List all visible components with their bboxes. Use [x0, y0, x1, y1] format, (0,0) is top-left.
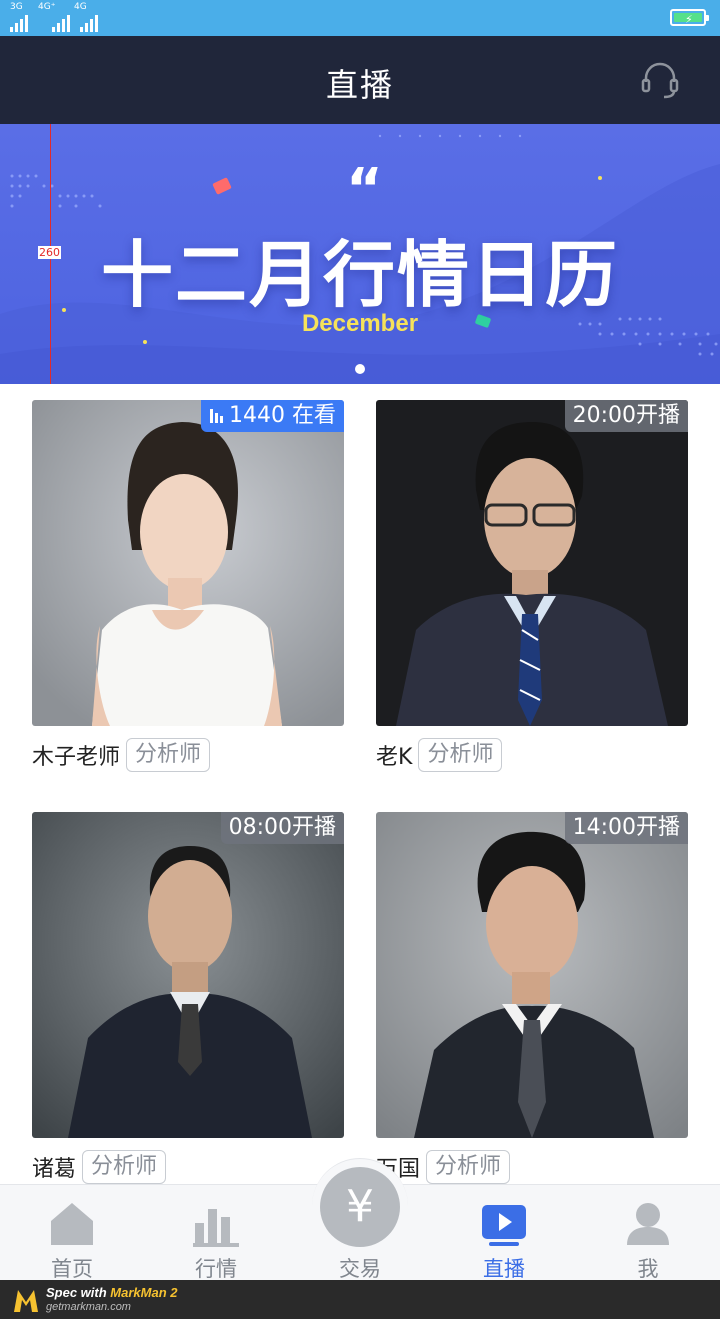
host-portrait-image — [32, 812, 344, 1138]
broadcast-card-zhuge[interactable]: 08:00开播 诸葛 分析师 — [32, 812, 344, 1184]
role-tag: 分析师 — [426, 1150, 511, 1184]
schedule-badge: 14:00开播 — [564, 812, 688, 844]
host-portrait-image — [376, 812, 688, 1138]
broadcast-card-muzi[interactable]: 1440 在看 木子老师 分析师 — [32, 400, 344, 772]
tab-label: 我 — [637, 1257, 659, 1281]
signal-4g-icon: 4G — [74, 2, 98, 32]
viewer-count-text: 1440 在看 — [229, 403, 336, 428]
network-3g-label: 3G — [10, 2, 23, 12]
page-title: 直播 — [325, 66, 394, 104]
trade-fab-button[interactable]: ¥ — [312, 1158, 408, 1254]
markman-watermark: Spec with MarkMan 2 getmarkman.com — [0, 1280, 720, 1319]
broadcast-card-wanguo[interactable]: 14:00开播 万国 分析师 — [376, 812, 688, 1184]
tab-home[interactable]: 首页 — [0, 1185, 144, 1281]
signal-3g-icon: 3G — [10, 2, 28, 32]
viewer-count-badge: 1440 在看 — [201, 400, 344, 432]
watermark-line1: Spec with MarkMan 2 — [46, 1285, 178, 1300]
quote-mark: “ — [346, 157, 383, 222]
carousel-indicator[interactable] — [355, 364, 365, 374]
bar-chart-icon — [210, 409, 224, 423]
watermark-line2: getmarkman.com — [46, 1301, 131, 1313]
battery-charging-icon: ⚡ — [670, 9, 709, 26]
schedule-badge: 08:00开播 — [220, 812, 344, 844]
role-tag: 分析师 — [418, 738, 503, 772]
tab-market[interactable]: 行情 — [144, 1185, 288, 1281]
network-4g-plus-label: 4G⁺ — [38, 2, 56, 12]
play-icon — [482, 1205, 526, 1246]
banner-subtitle: December — [301, 310, 419, 337]
host-photo[interactable]: 1440 在看 — [32, 400, 344, 726]
host-photo[interactable]: 14:00开播 — [376, 812, 688, 1138]
markman-logo-icon — [14, 1290, 38, 1312]
status-bar: 3G 4G⁺ 4G ⚡ — [0, 0, 720, 36]
host-portrait-image — [376, 400, 688, 726]
role-tag: 分析师 — [126, 738, 211, 772]
host-photo[interactable]: 20:00开播 — [376, 400, 688, 726]
tab-label: 直播 — [483, 1257, 525, 1281]
banner-headline: 十二月行情日历 — [100, 233, 619, 317]
host-name: 诸葛 — [32, 1157, 77, 1182]
tab-label: 首页 — [51, 1257, 93, 1281]
role-tag: 分析师 — [82, 1150, 167, 1184]
promo-banner[interactable]: “ 十二月行情日历 December — [0, 124, 720, 384]
person-icon — [627, 1203, 669, 1245]
host-name: 木子老师 — [32, 745, 121, 770]
host-photo[interactable]: 08:00开播 — [32, 812, 344, 1138]
tab-live[interactable]: 直播 — [432, 1185, 576, 1281]
schedule-badge: 20:00开播 — [564, 400, 688, 432]
host-portrait-image — [32, 400, 344, 726]
signal-4g-plus-icon: 4G⁺ — [38, 2, 70, 32]
network-4g-label: 4G — [74, 2, 87, 12]
tab-me[interactable]: 我 — [576, 1185, 720, 1281]
broadcast-card-laok[interactable]: 20:00开播 老K 分析师 — [376, 400, 688, 772]
bar-chart-icon — [193, 1209, 239, 1247]
home-icon — [51, 1203, 93, 1245]
measure-label: 260 — [38, 246, 61, 259]
tab-label: 行情 — [195, 1257, 237, 1281]
tab-label: 交易 — [339, 1257, 381, 1281]
headset-icon[interactable] — [640, 60, 680, 100]
host-name: 老K — [376, 745, 413, 770]
app-header: 直播 — [0, 36, 720, 124]
yen-icon: ¥ — [320, 1167, 400, 1247]
